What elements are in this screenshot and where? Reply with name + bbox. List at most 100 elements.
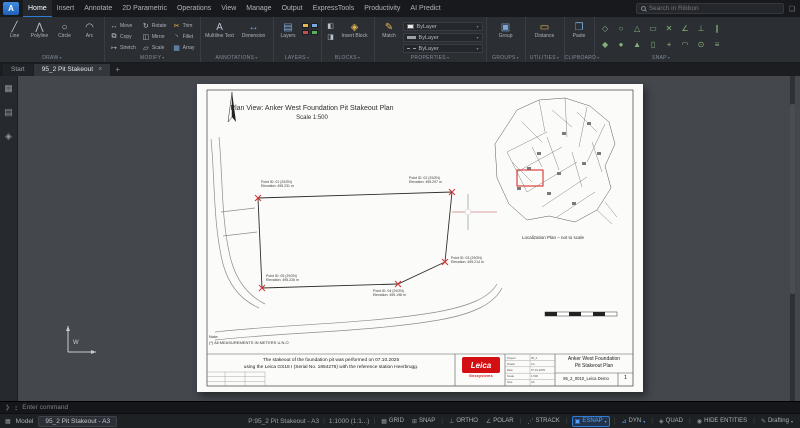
toggle-ortho[interactable]: ⊥ORTHO bbox=[447, 416, 480, 427]
fillet-button[interactable]: ◝Fillet bbox=[171, 32, 197, 42]
toggle-drafting[interactable]: ✎Drafting▾ bbox=[759, 416, 795, 427]
menu-productivity[interactable]: Productivity bbox=[359, 0, 405, 17]
rotate-button[interactable]: ↻Rotate bbox=[140, 21, 169, 31]
color-dropdown[interactable]: ByLayer ▾ bbox=[403, 22, 483, 31]
menu-expresstools[interactable]: ExpressTools bbox=[308, 0, 360, 17]
add-tab-button[interactable]: + bbox=[111, 64, 124, 76]
circle-button[interactable]: ○ Circle bbox=[53, 19, 76, 40]
model-button[interactable]: Model bbox=[16, 418, 34, 425]
layer-color-icon[interactable] bbox=[311, 30, 318, 35]
layers-button[interactable]: ▤ Layers bbox=[277, 19, 300, 40]
toggle-hide-entities[interactable]: ◉HIDE ENTITIES bbox=[695, 416, 749, 427]
snap-none-icon[interactable]: ≡ bbox=[710, 37, 725, 52]
group-label-layers[interactable]: LAYERS▾ bbox=[274, 55, 321, 61]
menu-annotate[interactable]: Annotate bbox=[79, 0, 117, 17]
block-tool-2[interactable]: ◨ bbox=[325, 32, 337, 42]
trim-button[interactable]: ✂Trim bbox=[171, 21, 197, 31]
block-tool-1[interactable]: ◧ bbox=[325, 21, 337, 31]
toggle-strack[interactable]: ⋰STRACK bbox=[525, 416, 561, 427]
match-properties-button[interactable]: ✎ Match bbox=[378, 19, 401, 40]
group-label-snap[interactable]: SNAP▾ bbox=[595, 55, 728, 61]
stretch-button[interactable]: ↦Stretch bbox=[108, 43, 138, 53]
group-label-annotations[interactable]: ANNOTATIONS▾ bbox=[201, 55, 273, 61]
snap-perpendicular-icon[interactable]: ⊥ bbox=[694, 21, 709, 36]
snap-from-icon[interactable]: + bbox=[662, 37, 677, 52]
paste-button[interactable]: ❐ Paste bbox=[568, 19, 591, 40]
move-button[interactable]: ↔Move bbox=[108, 21, 138, 31]
group-label-blocks[interactable]: BLOCKS▾ bbox=[322, 55, 374, 61]
array-button[interactable]: ▦Array bbox=[171, 43, 197, 53]
snap-quadrant-icon[interactable]: ▯ bbox=[646, 37, 661, 52]
menu-operations[interactable]: Operations bbox=[172, 0, 216, 17]
snap-endpoint-icon[interactable]: ◆ bbox=[598, 37, 613, 52]
layer-color-icon[interactable] bbox=[311, 23, 318, 28]
menu-view[interactable]: View bbox=[216, 0, 241, 17]
toggle-polar[interactable]: ∠POLAR bbox=[484, 416, 516, 427]
line-button[interactable]: ╱ Line bbox=[3, 19, 26, 40]
dimension-button[interactable]: ↔ Dimension bbox=[238, 19, 270, 40]
toggle-esnap[interactable]: ▣ESNAP▾ bbox=[572, 416, 610, 427]
insert-block-button[interactable]: ◈ Insert Block bbox=[339, 19, 371, 40]
polyline-button[interactable]: ⋀ Polyline bbox=[28, 19, 51, 40]
group-button[interactable]: ▣ Group bbox=[490, 19, 522, 40]
drawing-canvas[interactable]: Plan View: Anker West Foundation Pit Sta… bbox=[18, 76, 795, 401]
group-label-draw[interactable]: DRAW▾ bbox=[0, 55, 104, 61]
group-label-groups[interactable]: GROUPS▾ bbox=[487, 55, 525, 61]
lineweight-dropdown[interactable]: ByLayer ▾ bbox=[403, 33, 483, 42]
app-logo[interactable]: A bbox=[3, 2, 19, 15]
drawing-sheet[interactable]: Plan View: Anker West Foundation Pit Sta… bbox=[197, 84, 643, 392]
multiline-text-button[interactable]: A Multiline Text bbox=[204, 19, 236, 40]
snap-parallel-icon[interactable]: ∥ bbox=[710, 21, 725, 36]
snap-insertion-icon[interactable]: ● bbox=[614, 37, 629, 52]
menu-2d-parametric[interactable]: 2D Parametric bbox=[117, 0, 172, 17]
copy-button[interactable]: ⧉Copy bbox=[108, 32, 138, 42]
command-input-text[interactable]: Enter command bbox=[22, 404, 68, 411]
layers-panel-icon[interactable]: ▤ bbox=[3, 106, 15, 118]
menu-insert[interactable]: Insert bbox=[52, 0, 80, 17]
blocks-panel-icon[interactable]: ◈ bbox=[3, 130, 15, 142]
search-input[interactable] bbox=[649, 5, 779, 12]
toggle-quad[interactable]: ◈QUAD bbox=[657, 416, 685, 427]
snap-angle-icon[interactable]: ∠ bbox=[678, 21, 693, 36]
toggle-snap[interactable]: ⊞SNAP bbox=[410, 416, 437, 427]
tab-95-2-pit-stakeout[interactable]: 95_2 Pit Stakeout× bbox=[34, 64, 110, 76]
menu-home[interactable]: Home bbox=[23, 0, 52, 17]
menu-output[interactable]: Output bbox=[277, 0, 308, 17]
snap-geometric-center-icon[interactable]: ⊙ bbox=[694, 37, 709, 52]
command-line[interactable]: ❯ : Enter command bbox=[0, 401, 800, 413]
ribbon-options-icon[interactable]: ❏ bbox=[789, 5, 795, 13]
close-icon[interactable]: × bbox=[98, 66, 102, 73]
group-label-clipboard[interactable]: CLIPBOARD▾ bbox=[565, 55, 594, 61]
toggle-grid[interactable]: ▦GRID bbox=[379, 416, 406, 427]
snap-nearest-icon[interactable]: ▲ bbox=[630, 37, 645, 52]
group-label-properties[interactable]: PROPERTIES▾ bbox=[375, 55, 486, 61]
toggle-dyn[interactable]: ⊿DYN▾ bbox=[620, 416, 648, 427]
vertical-scrollbar[interactable] bbox=[790, 76, 795, 401]
snap-node-icon[interactable]: △ bbox=[630, 21, 645, 36]
layer-color-icon[interactable] bbox=[302, 30, 309, 35]
tab-start[interactable]: Start bbox=[3, 64, 33, 76]
layout-tab-chip[interactable]: 95_2 Pit Stakeout - A3 bbox=[38, 416, 117, 427]
annotation-scale[interactable]: 1:1000 (1:1...) bbox=[329, 418, 369, 425]
snap-tangent-icon[interactable]: ◠ bbox=[678, 37, 693, 52]
group-label-utilities[interactable]: UTILITIES▾ bbox=[526, 55, 564, 61]
menu-ai-predict[interactable]: AI Predict bbox=[405, 0, 445, 17]
paper-space-label[interactable]: P:95_2 Pit Stakeout - A3 bbox=[248, 418, 319, 425]
linetype-dropdown[interactable]: ByLayer ▾ bbox=[403, 44, 483, 53]
snap-intersection-icon[interactable]: ✕ bbox=[662, 21, 677, 36]
scale-button[interactable]: ▱Scale bbox=[140, 43, 169, 53]
mirror-button[interactable]: ◫Mirror bbox=[140, 32, 169, 42]
arc-button[interactable]: ◠ Arc bbox=[78, 19, 101, 40]
menu-manage[interactable]: Manage bbox=[241, 0, 276, 17]
snap-midpoint-icon[interactable]: ◇ bbox=[598, 21, 613, 36]
snap-center-icon[interactable]: ○ bbox=[614, 21, 629, 36]
chevron-down-icon[interactable]: ▾ bbox=[791, 419, 793, 424]
chevron-down-icon[interactable]: ▾ bbox=[643, 419, 645, 424]
layer-color-icon[interactable] bbox=[302, 23, 309, 28]
distance-button[interactable]: ▭ Distance bbox=[529, 19, 561, 40]
scrollbar-thumb[interactable] bbox=[790, 104, 795, 294]
ribbon-search-box[interactable] bbox=[636, 3, 784, 14]
snap-extension-icon[interactable]: ▭ bbox=[646, 21, 661, 36]
chevron-down-icon[interactable]: ▾ bbox=[605, 419, 607, 424]
properties-panel-icon[interactable]: ▦ bbox=[3, 82, 15, 94]
